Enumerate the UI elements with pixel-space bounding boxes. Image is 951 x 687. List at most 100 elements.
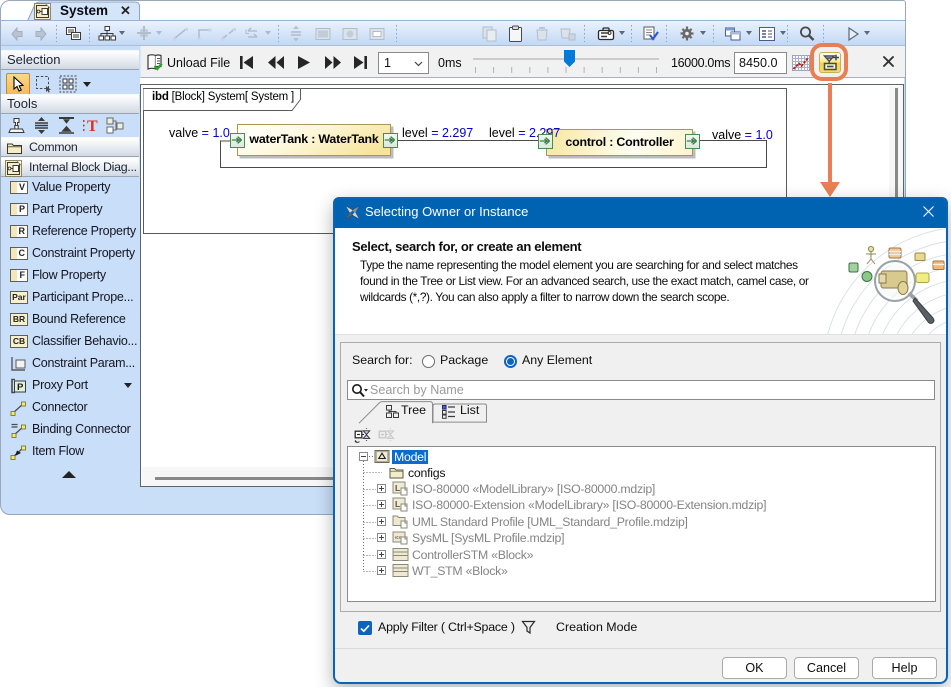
expand-all-button[interactable] [378, 428, 395, 446]
collapse-all-button[interactable] [354, 428, 371, 446]
forward-button[interactable] [30, 24, 49, 43]
toolbox-dropdown-icon[interactable] [619, 31, 625, 35]
palette-item-bound-reference[interactable]: BR Bound Reference [1, 309, 139, 331]
display-parts-button[interactable] [134, 24, 153, 43]
diagram-toolbox-button[interactable] [596, 24, 615, 43]
marquee-select-tool[interactable] [35, 75, 53, 96]
palette-header-ibd[interactable]: Internal Block Diag... [1, 157, 139, 177]
block-control[interactable]: control : Controller [546, 129, 693, 156]
step-combobox[interactable]: 1 [378, 52, 429, 74]
help-button[interactable]: Help [872, 657, 937, 679]
search-input[interactable]: Search by Name [347, 380, 935, 400]
palette-header-common[interactable]: Common [1, 137, 139, 157]
run-dropdown-icon[interactable] [864, 31, 870, 35]
tree-row-sysml[interactable]: «» SysML [SysML Profile.mdzip] [348, 530, 935, 547]
tree-row-iso80000[interactable]: L ISO-80000 «ModelLibrary» [ISO-80000.md… [348, 481, 935, 498]
expand-expander-icon[interactable] [377, 566, 386, 575]
related-elements-button[interactable] [97, 24, 116, 43]
image-shape-button-3[interactable] [367, 24, 386, 43]
validation-button[interactable] [641, 24, 660, 43]
fast-forward-button[interactable] [324, 55, 342, 70]
list-dropdown-icon[interactable] [780, 31, 786, 35]
skip-to-start-button[interactable] [239, 55, 254, 70]
rewind-button[interactable] [267, 55, 285, 70]
distribute-shapes-button[interactable] [286, 24, 305, 43]
search-button[interactable] [797, 24, 816, 43]
delete-button[interactable] [532, 24, 551, 43]
tree-row-uml-profile[interactable]: UML Standard Profile [UML_Standard_Profi… [348, 514, 935, 531]
radio-package[interactable] [422, 355, 435, 368]
play-button[interactable] [297, 55, 311, 70]
paste-button[interactable] [506, 24, 525, 43]
selection-dropdown-icon[interactable] [83, 82, 91, 87]
radio-any-element[interactable] [504, 355, 517, 368]
tree-row-wtstm[interactable]: WT_STM «Block» [348, 563, 935, 580]
dialog-title-bar[interactable]: Selecting Owner or Instance [333, 197, 948, 228]
block-watertank[interactable]: waterTank : WaterTank [237, 124, 391, 156]
tree-row-controllerstm[interactable]: ControllerSTM «Block» [348, 547, 935, 564]
expand-expander-icon[interactable] [377, 533, 386, 542]
tree-row-model[interactable]: Model [348, 449, 935, 466]
ok-button[interactable]: OK [722, 657, 787, 679]
windows-button[interactable] [723, 24, 742, 43]
show-chart-button[interactable] [792, 55, 810, 74]
pointer-tool-button[interactable] [6, 73, 30, 95]
palette-item-reference-property[interactable]: R Reference Property [1, 221, 139, 243]
image-shape-button[interactable] [313, 24, 332, 43]
skip-to-end-button[interactable] [353, 55, 368, 70]
tab-system[interactable]: System ✕ [27, 1, 141, 21]
palette-item-classifier-behavior[interactable]: CB Classifier Behavio... [1, 331, 139, 353]
draw-path-button[interactable] [171, 24, 190, 43]
palette-header-selection[interactable]: Selection [1, 50, 139, 70]
expand-expander-icon[interactable] [377, 500, 386, 509]
windows-dropdown-icon[interactable] [746, 31, 752, 35]
dependency-dropdown-icon[interactable] [265, 31, 271, 35]
expand-expander-icon[interactable] [377, 484, 386, 493]
sticky-tool[interactable] [7, 116, 26, 138]
port-control-right[interactable] [685, 134, 700, 149]
collapse-expander-icon[interactable] [359, 452, 368, 461]
palette-header-tools[interactable]: Tools [1, 94, 139, 114]
vertical-compress-tool[interactable] [57, 116, 76, 138]
dialog-close-icon[interactable] [921, 204, 937, 220]
group-select-tool[interactable] [59, 75, 78, 96]
view-list-button[interactable] [757, 24, 776, 43]
palette-item-constraint-property[interactable]: C Constraint Property [1, 243, 139, 265]
copy-button[interactable] [480, 24, 499, 43]
port-watertank-right[interactable] [383, 133, 398, 148]
related-elements-dropdown-icon[interactable] [119, 31, 125, 35]
palette-item-value-property[interactable]: V Value Property [1, 177, 139, 199]
simulation-close-icon[interactable] [882, 55, 895, 71]
options-gear-button[interactable] [677, 24, 696, 43]
time-slider-thumb[interactable] [564, 50, 575, 67]
proxy-port-dropdown-icon[interactable] [124, 383, 132, 388]
image-shape-button-2[interactable] [340, 24, 359, 43]
text-tool[interactable]: T [81, 116, 100, 138]
tab-close-icon[interactable]: ✕ [120, 3, 131, 19]
gear-dropdown-icon[interactable] [700, 31, 706, 35]
display-parts-dropdown-icon[interactable] [156, 31, 162, 35]
dependency-direction-button[interactable] [243, 24, 262, 43]
expand-expander-icon[interactable] [377, 517, 386, 526]
containment-tree-button[interactable] [64, 24, 83, 43]
back-button[interactable] [8, 24, 27, 43]
filter-icon[interactable] [521, 620, 536, 638]
palette-item-constraint-parameter[interactable]: Constraint Param... [1, 353, 139, 375]
run-simulation-button[interactable] [843, 24, 862, 43]
port-control-left[interactable] [538, 134, 553, 149]
rectilinear-path-button[interactable] [195, 24, 214, 43]
tab-list[interactable]: List [460, 403, 479, 417]
apply-filter-checkbox[interactable] [358, 621, 372, 635]
palette-item-proxy-port[interactable]: P Proxy Port [1, 375, 139, 397]
vertical-spacing-tool[interactable] [32, 116, 51, 138]
oblique-path-button[interactable] [219, 24, 238, 43]
palette-item-flow-property[interactable]: F Flow Property [1, 265, 139, 287]
tree-row-iso80000-extension[interactable]: L ISO-80000-Extension «ModelLibrary» [IS… [348, 497, 935, 514]
palette-item-item-flow[interactable]: Item Flow [1, 441, 139, 463]
tree-row-configs[interactable]: configs [348, 465, 935, 482]
port-watertank-left[interactable] [230, 133, 245, 148]
palette-item-participant-property[interactable]: Par Participant Prope... [1, 287, 139, 309]
cancel-button[interactable]: Cancel [794, 657, 859, 679]
expand-expander-icon[interactable] [377, 550, 386, 559]
unload-file-button[interactable]: Unload File [167, 56, 230, 70]
